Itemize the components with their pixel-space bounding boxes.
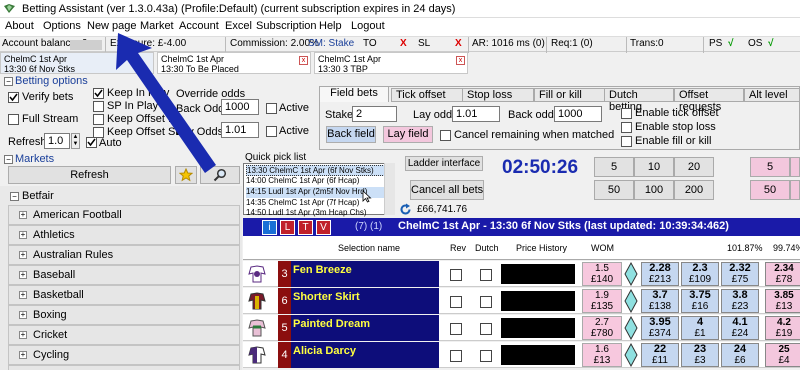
annotation-arrow: [116, 33, 216, 173]
